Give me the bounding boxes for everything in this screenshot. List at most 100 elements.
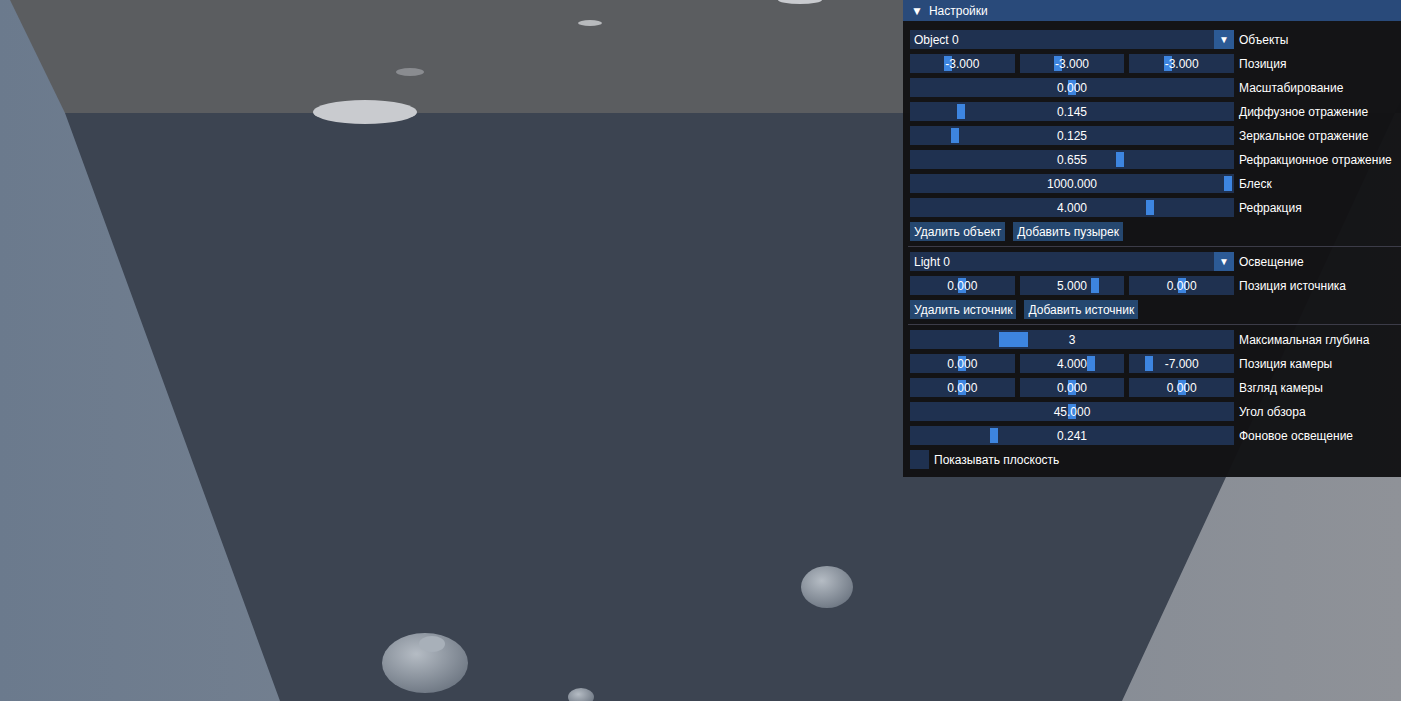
- slider-grab[interactable]: [1146, 200, 1154, 215]
- slider[interactable]: 0.241: [910, 426, 1234, 445]
- settings-row: 0.145 Диффузное отражение: [910, 102, 1394, 121]
- action-button[interactable]: Удалить объект: [910, 222, 1005, 241]
- row-label: Блеск: [1239, 177, 1394, 191]
- slider[interactable]: 3: [910, 330, 1234, 349]
- settings-row: Light 0 ▼ Освещение: [910, 252, 1394, 271]
- slider-value: 3: [1069, 333, 1076, 347]
- vector-slider[interactable]: 0.000 0.000 0.000: [910, 378, 1234, 397]
- row-label: Позиция камеры: [1239, 357, 1394, 371]
- checkbox[interactable]: [910, 450, 929, 469]
- panel-title: Настройки: [929, 4, 988, 18]
- settings-row: Object 0▼Объекты: [910, 30, 1394, 49]
- settings-row: Показывать плоскость: [910, 450, 1394, 469]
- row-label: Масштабирование: [1239, 81, 1394, 95]
- slider[interactable]: 0.655: [910, 150, 1234, 169]
- slider-value: 0.655: [1057, 153, 1087, 167]
- slider-value: 4.000: [1057, 357, 1087, 371]
- dropdown-arrow-icon[interactable]: ▼: [1214, 30, 1234, 49]
- slider[interactable]: -3.000: [1020, 54, 1125, 73]
- slider-grab[interactable]: [951, 128, 959, 143]
- slider[interactable]: 0.000: [1020, 378, 1125, 397]
- slider[interactable]: 45.000: [910, 402, 1234, 421]
- slider[interactable]: 0.000: [910, 78, 1234, 97]
- settings-row: 1000.000 Блеск: [910, 174, 1394, 193]
- separator: [908, 324, 1401, 325]
- collapse-icon[interactable]: ▼: [911, 4, 923, 18]
- combo-box[interactable]: Light 0 ▼: [910, 252, 1234, 271]
- vector-slider[interactable]: -3.000 -3.000 -3.000: [910, 54, 1234, 73]
- settings-row: 3 Максимальная глубина: [910, 330, 1394, 349]
- slider-grab[interactable]: [990, 428, 998, 443]
- slider-value: 0.145: [1057, 105, 1087, 119]
- settings-row: 0.000 5.000 0.000 Позиция источника: [910, 276, 1394, 295]
- settings-row: 0.0000.0000.000Взгляд камеры: [910, 378, 1394, 397]
- action-button[interactable]: Добавить источник: [1024, 300, 1138, 319]
- slider[interactable]: 4.000: [910, 198, 1234, 217]
- combo-box[interactable]: Object 0▼: [910, 30, 1234, 49]
- settings-row: -3.000 -3.000 -3.000 Позиция: [910, 54, 1394, 73]
- slider-grab[interactable]: [1224, 176, 1232, 191]
- slider-grab[interactable]: [957, 104, 965, 119]
- slider-grab[interactable]: [1145, 356, 1153, 371]
- slider-value: -3.000: [1165, 57, 1199, 71]
- slider[interactable]: 0.000: [910, 354, 1015, 373]
- dropdown-arrow-icon[interactable]: ▼: [1214, 252, 1234, 271]
- slider[interactable]: 0.145: [910, 102, 1234, 121]
- settings-section: Object 0▼Объекты -3.000 -3.000 -3.000 Позици…: [910, 30, 1394, 241]
- slider-value: 4.000: [1057, 201, 1087, 215]
- row-label: Максимальная глубина: [1239, 333, 1394, 347]
- slider-value: 0.000: [1167, 381, 1197, 395]
- panel-body: Object 0▼Объекты -3.000 -3.000 -3.000 Позици…: [903, 21, 1401, 477]
- settings-row: 0.125 Зеркальное отражение: [910, 126, 1394, 145]
- row-label: Диффузное отражение: [1239, 105, 1394, 119]
- row-label: Рефракционное отражение: [1239, 153, 1394, 167]
- action-button[interactable]: Удалить источник: [910, 300, 1016, 319]
- slider-value: 0.241: [1057, 429, 1087, 443]
- slider-value: -3.000: [945, 57, 979, 71]
- slider[interactable]: 0.000: [1129, 378, 1234, 397]
- slider[interactable]: 0.000: [910, 276, 1015, 295]
- slider-value: 0.000: [947, 279, 977, 293]
- slider[interactable]: 1000.000: [910, 174, 1234, 193]
- slider-value: 45.000: [1054, 405, 1091, 419]
- button-group: Удалить источник Добавить источник: [910, 300, 1394, 319]
- slider[interactable]: -7.000: [1129, 354, 1234, 373]
- settings-row: 4.000Рефракция: [910, 198, 1394, 217]
- settings-row: 0.000 Масштабирование: [910, 78, 1394, 97]
- action-button[interactable]: Добавить пузырек: [1013, 222, 1123, 241]
- slider-value: 0.000: [1167, 279, 1197, 293]
- slider[interactable]: 0.000: [910, 378, 1015, 397]
- slider[interactable]: -3.000: [910, 54, 1015, 73]
- slider[interactable]: 0.000: [1129, 276, 1234, 295]
- row-label: Освещение: [1239, 255, 1394, 269]
- title-bar[interactable]: ▼ Настройки: [903, 0, 1401, 21]
- slider-grab[interactable]: [1091, 278, 1099, 293]
- slider[interactable]: -3.000: [1129, 54, 1234, 73]
- settings-row: 0.655 Рефракционное отражение: [910, 150, 1394, 169]
- slider-value: 0.000: [1057, 381, 1087, 395]
- slider-value: 5.000: [1057, 279, 1087, 293]
- settings-row: 0.000 4.000 -7.000 Позиция камеры: [910, 354, 1394, 373]
- settings-row: Удалить объект Добавить пузырек: [910, 222, 1394, 241]
- separator: [908, 246, 1401, 247]
- vector-slider[interactable]: 0.000 4.000 -7.000: [910, 354, 1234, 373]
- settings-panel[interactable]: ▼НастройкиObject 0▼Объекты-3.000-3.000-3…: [903, 0, 1401, 477]
- slider-value: 0.000: [1057, 81, 1087, 95]
- slider-value: 0.125: [1057, 129, 1087, 143]
- row-label: Зеркальное отражение: [1239, 129, 1394, 143]
- slider[interactable]: 0.125: [910, 126, 1234, 145]
- settings-section: Light 0 ▼ Освещение 0.000 5.000 0.000 Позиция …: [910, 252, 1394, 319]
- checkbox-row[interactable]: Показывать плоскость: [910, 450, 1394, 469]
- button-group: Удалить объект Добавить пузырек: [910, 222, 1394, 241]
- row-label: Позиция: [1239, 57, 1394, 71]
- slider[interactable]: 4.000: [1020, 354, 1125, 373]
- vector-slider[interactable]: 0.000 5.000 0.000: [910, 276, 1234, 295]
- slider-value: -7.000: [1165, 357, 1199, 371]
- row-label: Позиция источника: [1239, 279, 1394, 293]
- slider-grab[interactable]: [999, 332, 1028, 347]
- combo-value: Light 0: [914, 255, 950, 269]
- slider[interactable]: 5.000: [1020, 276, 1125, 295]
- slider-grab[interactable]: [1116, 152, 1124, 167]
- checkbox-label: Показывать плоскость: [934, 453, 1059, 467]
- slider-grab[interactable]: [1087, 356, 1095, 371]
